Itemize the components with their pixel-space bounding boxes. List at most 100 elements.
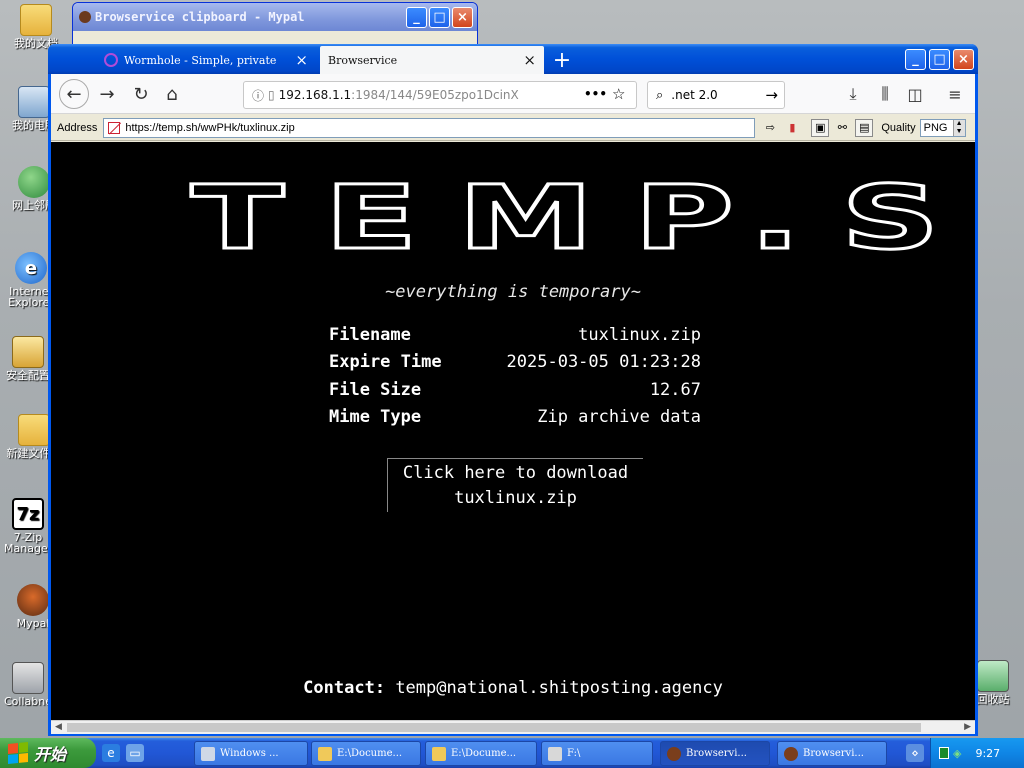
taskbar-button-browservice-2[interactable]: Browservi... [777, 741, 887, 766]
go-arrow-icon[interactable]: ⇨ [761, 119, 779, 137]
search-text: .net 2.0 [671, 88, 718, 102]
sidebar-icon[interactable]: ◫ [903, 82, 927, 106]
scrollbar-thumb[interactable] [67, 723, 921, 732]
tray-arrow-icon[interactable]: ⋄ [906, 744, 924, 762]
tab-browservice[interactable]: Browservice × [320, 46, 544, 74]
home-button[interactable]: ⌂ [158, 80, 186, 108]
quicklaunch-ie-icon[interactable]: e [102, 744, 120, 762]
page-actions-icon[interactable]: ••• [584, 87, 607, 101]
scroll-left-icon[interactable]: ◀ [55, 722, 62, 732]
find-binoculars-icon[interactable]: ⚯ [833, 119, 851, 137]
7zip-icon: 7z [12, 498, 44, 530]
download-line-1: Click here to download [402, 463, 629, 483]
start-button[interactable]: 开始 [0, 738, 96, 768]
clipboard-window-titlebar[interactable]: Browservice clipboard - Mypal _ □ × [73, 3, 477, 31]
quality-select[interactable]: PNG ▲ ▼ [919, 118, 966, 137]
quicklaunch-desktop-icon[interactable]: ▭ [126, 744, 144, 762]
clipboard-window-title: Browservice clipboard - Mypal [95, 10, 305, 24]
info-row-file-size: File Size 12.67 [329, 380, 701, 400]
desktop-icon-label: 回收站 [976, 693, 1010, 706]
downloads-icon[interactable]: ⤓ [841, 82, 865, 106]
info-key: Expire Time [329, 352, 442, 372]
contact-email[interactable]: temp@national.shitposting.agency [395, 678, 723, 698]
maximize-button[interactable]: □ [429, 6, 450, 28]
tab-label: Wormhole - Simple, private [124, 53, 277, 67]
back-button[interactable]: ← [59, 79, 89, 109]
desktop-icon-label: Mypal [16, 617, 50, 630]
mypal-icon [667, 746, 681, 761]
download-line-2: tuxlinux.zip [454, 488, 577, 508]
info-row-expire-time: Expire Time 2025-03-05 01:23:28 [329, 352, 701, 372]
library-icon[interactable]: ⫼ [873, 82, 897, 106]
forward-button[interactable]: → [93, 80, 121, 108]
close-button[interactable]: × [953, 49, 974, 70]
start-label: 开始 [34, 745, 67, 764]
taskbar-button-label: Windows ... [220, 748, 279, 759]
browser-window[interactable]: Wormhole - Simple, private × Browservice… [48, 44, 978, 736]
menu-icon[interactable]: ≡ [943, 82, 967, 106]
minimize-button[interactable]: _ [406, 6, 427, 28]
tab-wormhole[interactable]: Wormhole - Simple, private × [96, 46, 316, 74]
maximize-button[interactable]: □ [929, 49, 950, 70]
tab-label: Browservice [328, 53, 398, 67]
home-icon: ⌂ [166, 83, 178, 105]
taskbar-button-drive-f[interactable]: F:\ [541, 741, 653, 766]
computer-icon [18, 86, 50, 118]
taskbar-button-explorer-1[interactable]: E:\Docume... [311, 741, 421, 766]
taskbar-button-windows[interactable]: Windows ... [194, 741, 308, 766]
info-icon: ⓘ [252, 88, 265, 103]
tray-network-icon[interactable]: ◈ [953, 747, 961, 760]
desktop-icon-7zip[interactable]: 7z 7-Zip Manager [4, 498, 52, 554]
network-globe-icon [18, 166, 50, 198]
info-value: 2025-03-05 01:23:28 [506, 352, 701, 372]
clock[interactable]: 9:27 [975, 747, 1000, 760]
search-go-icon[interactable]: → [765, 86, 778, 104]
url-host: 192.168.1.1 [278, 88, 352, 102]
address-label: Address [57, 121, 98, 134]
search-bar[interactable]: ⌕ .net 2.0 → [647, 81, 785, 109]
bookmark-icon[interactable]: ▮ [783, 119, 801, 137]
taskbar-button-label: E:\Docume... [451, 748, 517, 759]
security-shortcut-icon [12, 336, 44, 368]
mypal-icon [17, 584, 49, 616]
reload-icon: ↻ [133, 83, 149, 105]
tagline: ~everything is temporary~ [385, 282, 641, 302]
spinner-arrows-icon[interactable]: ▲ ▼ [952, 119, 965, 136]
tray-green-icon[interactable] [939, 747, 949, 759]
internet-explorer-icon: e [15, 252, 47, 284]
bookmark-star-icon[interactable]: ☆ [612, 85, 625, 103]
tab-close-icon[interactable]: × [517, 51, 536, 69]
taskbar-button-explorer-2[interactable]: E:\Docume... [425, 741, 537, 766]
scroll-right-icon[interactable]: ▶ [964, 722, 971, 732]
contact-label: Contact: [303, 678, 386, 698]
clipboard-icon[interactable]: ▤ [855, 118, 874, 137]
info-key: Mime Type [329, 407, 422, 427]
new-tab-button[interactable]: + [548, 46, 576, 74]
temp-sh-logo: TEMP.SH [189, 166, 975, 269]
info-row-filename: Filename tuxlinux.zip [329, 325, 701, 345]
info-value: Zip archive data [537, 407, 701, 427]
url-bar[interactable]: ⓘ ▯ 192.168.1.1 :1984/144/59E05zpo1DcinX… [243, 81, 637, 109]
clipboard-window[interactable]: Browservice clipboard - Mypal _ □ × [72, 2, 478, 50]
arrow-left-icon: ← [66, 83, 82, 105]
close-button[interactable]: × [452, 6, 473, 28]
taskbar-button-browservice-1[interactable]: Browservi... [660, 741, 770, 766]
screenshot-icon[interactable]: ▣ [811, 118, 830, 137]
address-value: https://temp.sh/wwPHk/tuxlinux.zip [125, 121, 295, 134]
browser-titlebar[interactable]: Wormhole - Simple, private × Browservice… [48, 44, 978, 74]
horizontal-scrollbar[interactable]: ◀ ▶ [51, 720, 975, 734]
minimize-button[interactable]: _ [905, 49, 926, 70]
address-input[interactable]: https://temp.sh/wwPHk/tuxlinux.zip [103, 117, 756, 138]
tab-close-icon[interactable]: × [289, 51, 308, 69]
page-content: TEMP.SH ~everything is temporary~ Filena… [51, 142, 975, 720]
arrow-right-icon: → [99, 83, 115, 105]
desktop-icon-my-documents[interactable]: 我的文档 [8, 4, 64, 49]
reload-button[interactable]: ↻ [127, 80, 155, 108]
download-button[interactable]: Click here to download tuxlinux.zip [387, 458, 643, 512]
browservice-address-row: Address https://temp.sh/wwPHk/tuxlinux.z… [51, 115, 975, 141]
recycle-bin-icon [977, 660, 1009, 692]
taskbar-button-label: Browservi... [803, 748, 864, 759]
taskbar-button-label: Browservi... [686, 748, 747, 759]
system-tray: ◈ 9:27 [930, 738, 1024, 768]
info-key: Filename [329, 325, 411, 345]
